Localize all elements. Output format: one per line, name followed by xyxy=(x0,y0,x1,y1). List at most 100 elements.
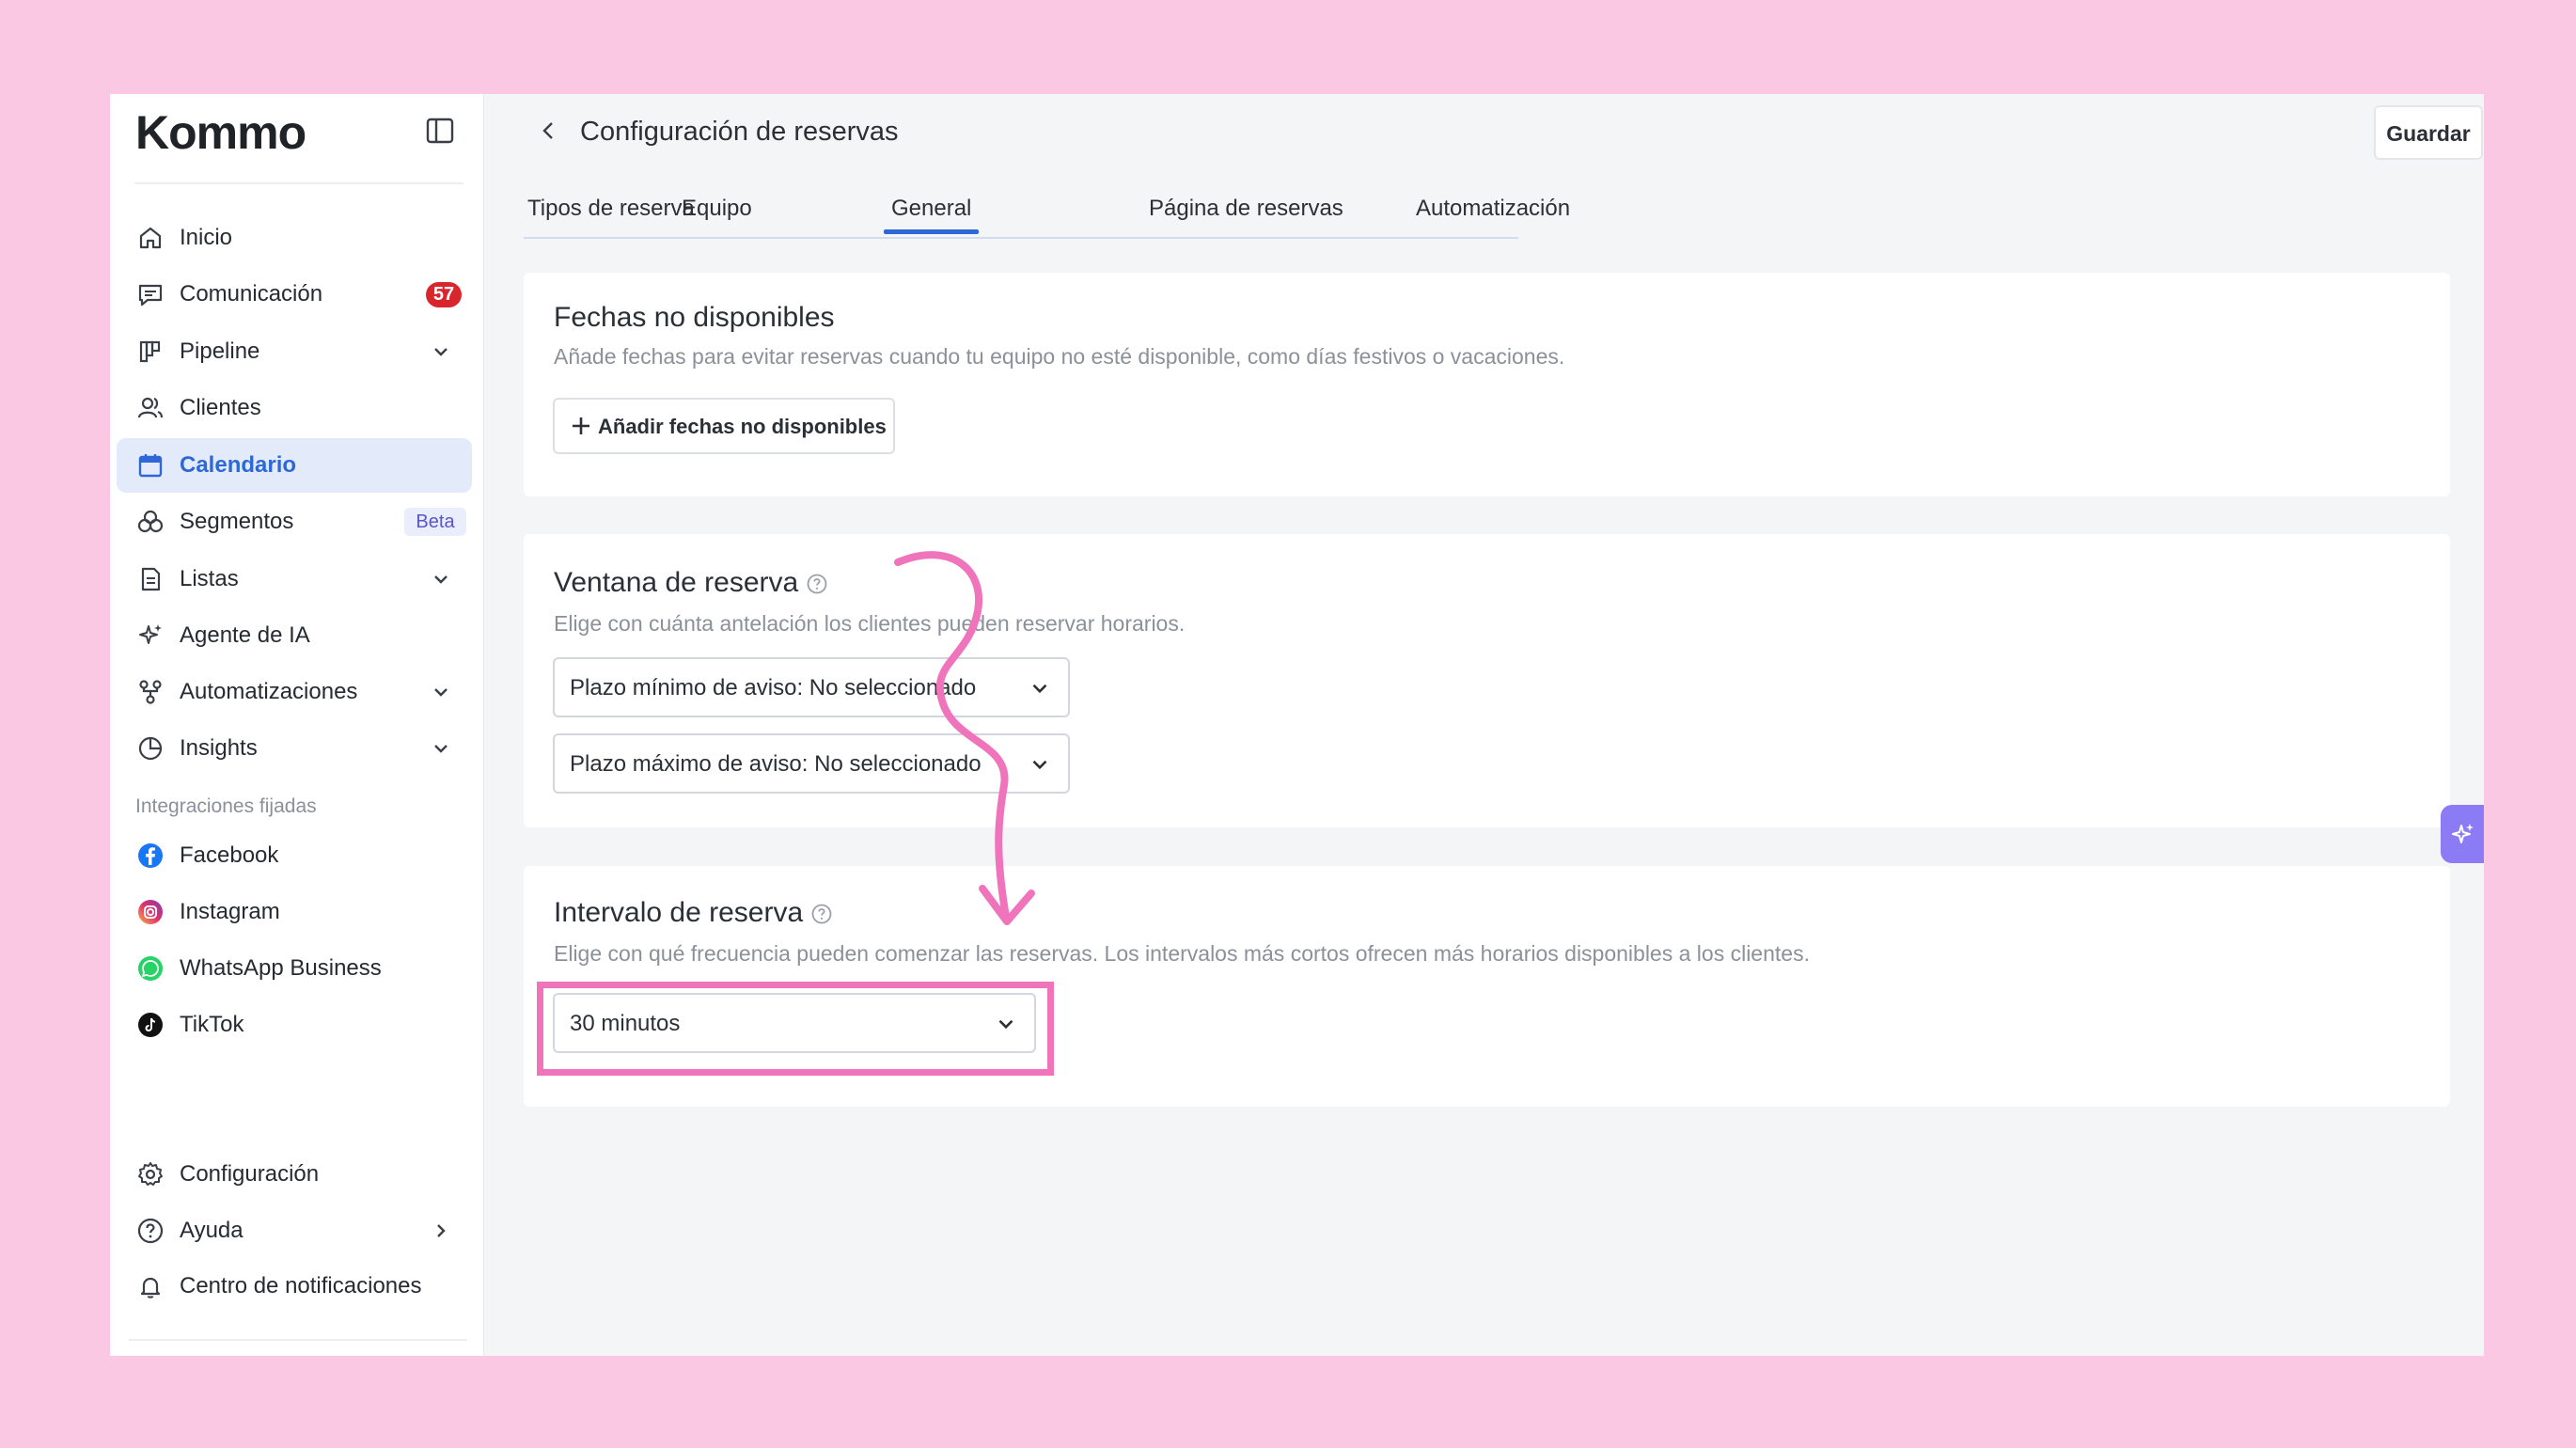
chevron-down-icon xyxy=(998,1019,1013,1030)
automation-icon xyxy=(139,680,162,704)
help-circle-icon[interactable] xyxy=(810,903,833,925)
sidebar-item-label: Centro de notificaciones xyxy=(180,1273,422,1298)
chart-pie-icon xyxy=(138,736,163,761)
sidebar-item-label: Comunicación xyxy=(180,281,323,307)
plus-icon xyxy=(573,417,589,434)
card-title: Ventana de reserva xyxy=(554,566,828,600)
help-circle-icon[interactable] xyxy=(806,573,828,595)
sidebar-item-inicio[interactable]: Inicio xyxy=(117,211,472,265)
booking-interval-select[interactable]: 30 minutos xyxy=(553,993,1036,1053)
main-content: Configuración de reservas Guardar Tipos … xyxy=(483,94,2484,1356)
sidebar-item-notificaciones[interactable]: Centro de notificaciones xyxy=(117,1259,472,1314)
whatsapp-icon xyxy=(138,956,163,981)
chevron-down-icon[interactable] xyxy=(430,568,452,590)
page-title: Configuración de reservas xyxy=(580,117,899,147)
app-window: Kommo Inicio Comunicación 57 Pipeline Cl… xyxy=(110,94,2484,1356)
sparkle-icon xyxy=(139,624,162,644)
sidebar-divider xyxy=(134,182,463,184)
sidebar-item-label: Ayuda xyxy=(180,1218,243,1243)
sidebar-item-pipeline[interactable]: Pipeline xyxy=(117,324,472,379)
sidebar-item-label: Insights xyxy=(180,735,258,761)
kommo-logo: Kommo xyxy=(135,106,306,159)
sidebar-item-tiktok[interactable]: TikTok xyxy=(117,998,472,1052)
tab-equipo[interactable]: Equipo xyxy=(682,194,752,224)
chevron-right-icon[interactable] xyxy=(430,1220,452,1242)
calendar-icon xyxy=(138,454,163,478)
tab-general[interactable]: General xyxy=(891,194,971,224)
card-title-text: Intervalo de reserva xyxy=(554,897,804,928)
select-value: Plazo máximo de aviso: No seleccionado xyxy=(570,751,982,777)
max-notice-select[interactable]: Plazo máximo de aviso: No seleccionado xyxy=(553,733,1070,794)
unread-count-badge: 57 xyxy=(426,282,462,307)
sparkle-icon xyxy=(2452,824,2474,843)
gear-icon xyxy=(138,1162,163,1186)
tab-tipos-de-reserva[interactable]: Tipos de reserva xyxy=(527,194,695,224)
sidebar-item-ayuda[interactable]: Ayuda xyxy=(117,1204,472,1258)
active-tab-indicator xyxy=(884,229,979,234)
add-unavailable-dates-button[interactable]: Añadir fechas no disponibles xyxy=(553,398,895,454)
tab-automatizacion[interactable]: Automatización xyxy=(1416,194,1570,224)
card-description: Elige con qué frecuencia pueden comenzar… xyxy=(554,941,1810,966)
sidebar-item-label: Clientes xyxy=(180,395,261,420)
card-title: Intervalo de reserva xyxy=(554,896,833,930)
chevron-down-icon[interactable] xyxy=(430,681,452,703)
ai-assistant-button[interactable] xyxy=(2441,805,2484,863)
pipeline-icon xyxy=(139,340,161,363)
chat-icon xyxy=(138,284,163,307)
sidebar-item-instagram[interactable]: Instagram xyxy=(117,885,472,939)
sidebar-item-segmentos[interactable]: Segmentos Beta xyxy=(117,495,472,549)
select-value: Plazo mínimo de aviso: No seleccionado xyxy=(570,675,977,700)
save-button[interactable]: Guardar xyxy=(2374,105,2483,160)
min-notice-select[interactable]: Plazo mínimo de aviso: No seleccionado xyxy=(553,657,1070,717)
pinned-integrations-label: Integraciones fijadas xyxy=(135,795,317,817)
chevron-down-icon[interactable] xyxy=(430,737,452,760)
instagram-icon xyxy=(138,900,163,924)
sidebar-item-facebook[interactable]: Facebook xyxy=(117,828,472,883)
chevron-down-icon[interactable] xyxy=(430,340,452,363)
sidebar-item-comunicacion[interactable]: Comunicación 57 xyxy=(117,267,472,322)
select-value: 30 minutos xyxy=(570,1011,681,1036)
sidebar-item-insights[interactable]: Insights xyxy=(117,721,472,776)
card-description: Elige con cuánta antelación los clientes… xyxy=(554,611,1186,636)
tiktok-icon xyxy=(138,1013,163,1037)
back-arrow-icon[interactable] xyxy=(535,117,563,145)
users-icon xyxy=(137,397,164,418)
sidebar-item-automatizaciones[interactable]: Automatizaciones xyxy=(117,665,472,719)
sidebar-item-label: Inicio xyxy=(180,225,233,250)
sidebar-item-label: Segmentos xyxy=(180,509,294,534)
booking-interval-card: Intervalo de reserva Elige con qué frecu… xyxy=(524,866,2450,1107)
sidebar-item-agente-ia[interactable]: Agente de IA xyxy=(117,608,472,663)
sidebar-item-label: Facebook xyxy=(180,842,279,868)
sidebar-item-label: Instagram xyxy=(180,899,280,924)
sidebar-item-label: Pipeline xyxy=(180,338,260,364)
list-icon xyxy=(141,567,161,591)
chevron-down-icon xyxy=(1032,760,1047,770)
segments-icon xyxy=(137,510,164,533)
home-icon xyxy=(139,227,162,249)
card-description: Añade fechas para evitar reservas cuando… xyxy=(554,344,1565,369)
sidebar-item-label: Agente de IA xyxy=(180,622,310,648)
sidebar-item-label: WhatsApp Business xyxy=(180,955,382,981)
booking-window-card: Ventana de reserva Elige con cuánta ante… xyxy=(524,534,2450,827)
sidebar-item-whatsapp[interactable]: WhatsApp Business xyxy=(117,941,472,996)
card-title: Fechas no disponibles xyxy=(554,302,835,333)
sidebar-item-listas[interactable]: Listas xyxy=(117,552,472,606)
sidebar-item-label: Automatizaciones xyxy=(180,679,358,704)
bell-icon xyxy=(140,1277,161,1298)
sidebar-item-configuracion[interactable]: Configuración xyxy=(117,1147,472,1202)
facebook-icon xyxy=(138,843,163,868)
help-icon xyxy=(137,1218,164,1244)
sidebar-item-label: Calendario xyxy=(180,452,297,478)
sidebar-item-label: Configuración xyxy=(180,1161,320,1187)
unavailable-dates-card: Fechas no disponibles Añade fechas para … xyxy=(524,273,2450,496)
sidebar: Kommo Inicio Comunicación 57 Pipeline Cl… xyxy=(110,94,484,1356)
card-title-text: Ventana de reserva xyxy=(554,567,799,598)
sidebar-collapse-icon[interactable] xyxy=(424,115,456,147)
chevron-down-icon xyxy=(1032,684,1047,694)
sidebar-bottom-divider xyxy=(129,1339,467,1341)
tab-pagina-de-reservas[interactable]: Página de reservas xyxy=(1149,194,1343,224)
sidebar-item-calendario[interactable]: Calendario xyxy=(117,438,472,493)
add-button-label: Añadir fechas no disponibles xyxy=(598,415,887,438)
sidebar-item-clientes[interactable]: Clientes xyxy=(117,381,472,435)
sidebar-item-label: TikTok xyxy=(180,1012,244,1037)
